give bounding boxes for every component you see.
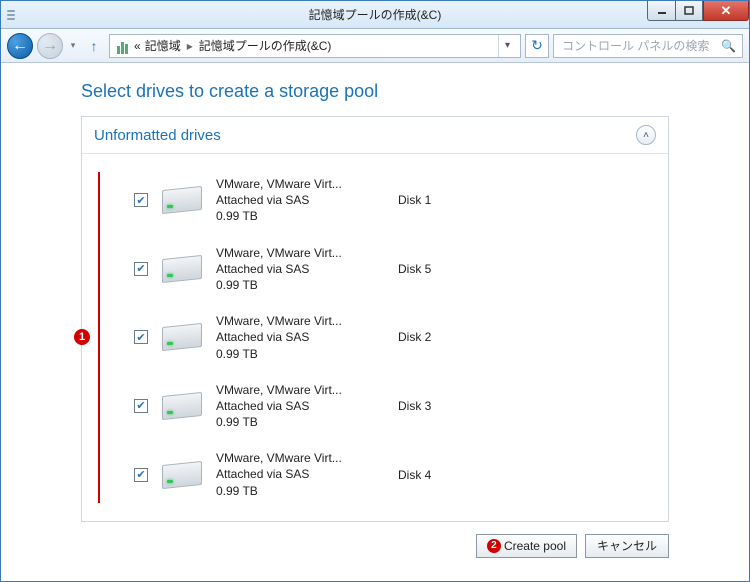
drive-checkbox[interactable]: ✔	[134, 468, 148, 482]
drive-size: 0.99 TB	[216, 414, 386, 430]
chevron-right-icon: ▸	[185, 39, 195, 53]
address-dropdown[interactable]: ▾	[498, 35, 516, 57]
cancel-button[interactable]: キャンセル	[585, 534, 669, 558]
drive-info: VMware, VMware Virt... Attached via SAS …	[216, 176, 386, 225]
drive-row: ✔ VMware, VMware Virt... Attached via SA…	[134, 172, 658, 241]
minimize-icon	[657, 6, 667, 16]
drive-row: ✔ VMware, VMware Virt... Attached via SA…	[134, 378, 658, 447]
button-row: 2 Create pool キャンセル	[1, 522, 749, 558]
page-title: Select drives to create a storage pool	[1, 77, 749, 116]
drive-size: 0.99 TB	[216, 483, 386, 499]
search-input[interactable]	[560, 38, 715, 54]
disk-label: Disk 2	[398, 330, 458, 344]
drive-attach: Attached via SAS	[216, 261, 386, 277]
refresh-icon: ↻	[531, 37, 543, 54]
hard-drive-icon	[160, 249, 204, 289]
drive-checkbox[interactable]: ✔	[134, 193, 148, 207]
window-title: 記憶域プールの作成(&C)	[1, 6, 749, 23]
drives-panel: Unformatted drives ˄ 1 ✔ VMware, VMware …	[81, 116, 669, 522]
drive-checkbox[interactable]: ✔	[134, 399, 148, 413]
drive-checkbox[interactable]: ✔	[134, 330, 148, 344]
create-pool-button[interactable]: 2 Create pool	[476, 534, 577, 558]
drive-row: ✔ VMware, VMware Virt... Attached via SA…	[134, 241, 658, 310]
back-button[interactable]: ←	[7, 33, 33, 59]
maximize-button[interactable]	[675, 1, 703, 21]
close-icon: ✕	[721, 3, 732, 19]
content-area: Select drives to create a storage pool U…	[1, 63, 749, 558]
drive-size: 0.99 TB	[216, 277, 386, 293]
disk-label: Disk 5	[398, 262, 458, 276]
drive-row: ✔ VMware, VMware Virt... Attached via SA…	[134, 309, 658, 378]
drive-name: VMware, VMware Virt...	[216, 176, 386, 192]
drive-info: VMware, VMware Virt... Attached via SAS …	[216, 313, 386, 362]
search-box[interactable]: 🔍	[553, 34, 743, 58]
drive-row: ✔ VMware, VMware Virt... Attached via SA…	[134, 446, 658, 503]
drive-attach: Attached via SAS	[216, 192, 386, 208]
callout-badge-1: 1	[74, 329, 90, 345]
drive-info: VMware, VMware Virt... Attached via SAS …	[216, 450, 386, 499]
drive-size: 0.99 TB	[216, 346, 386, 362]
hard-drive-icon	[160, 386, 204, 426]
drive-attach: Attached via SAS	[216, 466, 386, 482]
disk-label: Disk 1	[398, 193, 458, 207]
drive-checkbox[interactable]: ✔	[134, 262, 148, 276]
hard-drive-icon	[160, 317, 204, 357]
drive-attach: Attached via SAS	[216, 329, 386, 345]
window-buttons: ✕	[647, 1, 749, 21]
panel-title: Unformatted drives	[94, 127, 221, 144]
drive-size: 0.99 TB	[216, 208, 386, 224]
arrow-left-icon: ←	[12, 37, 28, 55]
history-dropdown[interactable]: ▾	[67, 40, 79, 51]
drive-name: VMware, VMware Virt...	[216, 450, 386, 466]
hard-drive-icon	[160, 180, 204, 220]
close-button[interactable]: ✕	[703, 1, 749, 21]
storage-icon	[114, 38, 130, 54]
drive-attach: Attached via SAS	[216, 398, 386, 414]
create-pool-label: Create pool	[504, 539, 566, 553]
breadcrumb-item[interactable]: 記憶域	[145, 37, 181, 54]
navigation-bar: ← → ▾ ↑ « 記憶域 ▸ 記憶域プールの作成(&C) ▾ ↻ 🔍	[1, 29, 749, 63]
breadcrumb-prefix: «	[134, 39, 141, 53]
drive-info: VMware, VMware Virt... Attached via SAS …	[216, 245, 386, 294]
maximize-icon	[684, 6, 694, 16]
minimize-button[interactable]	[647, 1, 675, 21]
refresh-button[interactable]: ↻	[525, 34, 549, 58]
drive-name: VMware, VMware Virt...	[216, 313, 386, 329]
chevron-up-icon: ˄	[643, 130, 649, 141]
cancel-label: キャンセル	[597, 537, 657, 554]
disk-label: Disk 4	[398, 468, 458, 482]
arrow-up-icon: ↑	[91, 38, 98, 54]
address-bar[interactable]: « 記憶域 ▸ 記憶域プールの作成(&C) ▾	[109, 34, 521, 58]
drive-list: ✔ VMware, VMware Virt... Attached via SA…	[98, 172, 658, 503]
disk-label: Disk 3	[398, 399, 458, 413]
callout-badge-2: 2	[487, 539, 501, 553]
up-button[interactable]: ↑	[83, 35, 105, 57]
forward-button[interactable]: →	[37, 33, 63, 59]
breadcrumb-item[interactable]: 記憶域プールの作成(&C)	[199, 37, 332, 54]
search-icon: 🔍	[721, 39, 736, 53]
arrow-right-icon: →	[42, 37, 58, 55]
drive-name: VMware, VMware Virt...	[216, 245, 386, 261]
hard-drive-icon	[160, 455, 204, 495]
panel-body: 1 ✔ VMware, VMware Virt... Attached via …	[82, 154, 668, 521]
panel-header: Unformatted drives ˄	[82, 117, 668, 154]
collapse-button[interactable]: ˄	[636, 125, 656, 145]
drive-name: VMware, VMware Virt...	[216, 382, 386, 398]
titlebar: 記憶域プールの作成(&C) ✕	[1, 1, 749, 29]
drive-info: VMware, VMware Virt... Attached via SAS …	[216, 382, 386, 431]
